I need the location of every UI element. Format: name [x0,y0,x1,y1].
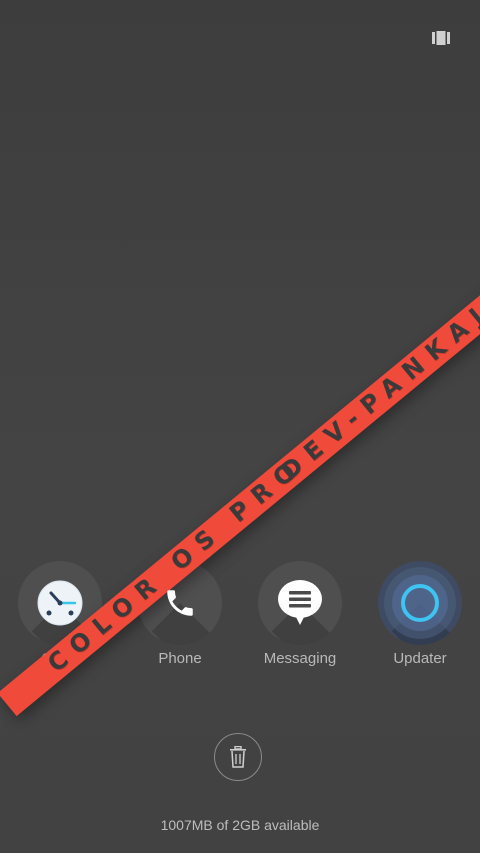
phone-icon [167,590,193,616]
trash-icon [230,746,246,768]
watermark-right-text: DEV-PANKAJ [275,296,480,486]
updater-icon [384,567,456,639]
clock-icon [37,580,83,626]
recents-screen: Clock Phone [0,0,480,853]
app-icon-circle[interactable] [378,561,462,645]
app-icon-circle[interactable] [18,561,102,645]
app-label: Phone [158,650,202,667]
layout-icon[interactable] [432,31,450,45]
memory-status: 1007MB of 2GB available [160,817,320,833]
message-icon [278,580,322,625]
clear-all-button[interactable] [214,733,262,781]
app-label: Updater [393,650,447,667]
app-icon-circle[interactable] [138,561,222,645]
app-icon-circle[interactable] [258,561,342,645]
app-label: Messaging [263,650,337,667]
